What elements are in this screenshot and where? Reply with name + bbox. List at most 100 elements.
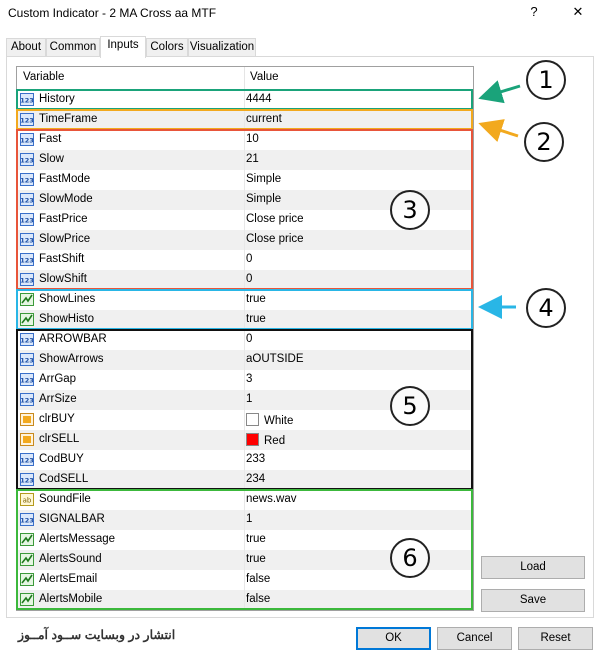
variable-value[interactable]: Close price [246, 233, 304, 245]
svg-text:123: 123 [20, 277, 34, 285]
boolean-icon [20, 313, 34, 326]
svg-text:123: 123 [20, 237, 34, 245]
variable-value[interactable]: 3 [246, 373, 252, 385]
variable-value[interactable]: 0 [246, 273, 252, 285]
input-row-fastmode[interactable]: 123 FastMode Simple [17, 170, 473, 190]
integer-icon: 123 [20, 213, 34, 226]
variable-value[interactable]: 234 [246, 473, 265, 485]
boolean-icon [20, 593, 34, 606]
boolean-icon [20, 573, 34, 586]
variable-name: clrSELL [39, 433, 80, 445]
variable-value[interactable]: true [246, 293, 266, 305]
color-name: White [264, 415, 294, 427]
badge-4: 4 [526, 288, 566, 328]
input-row-codsell[interactable]: 123 CodSELL 234 [17, 470, 473, 490]
input-row-clrsell[interactable]: clrSELL Red [17, 430, 473, 450]
variable-value[interactable]: 21 [246, 153, 259, 165]
color-swatch[interactable] [246, 433, 259, 446]
variable-name: ArrGap [39, 373, 77, 385]
boolean-icon [20, 533, 34, 546]
input-row-fastshift[interactable]: 123 FastShift 0 [17, 250, 473, 270]
integer-icon: 123 [20, 233, 34, 246]
integer-icon: 123 [20, 373, 34, 386]
variable-value[interactable]: Close price [246, 213, 304, 225]
svg-text:123: 123 [20, 197, 34, 205]
variable-value[interactable]: news.wav [246, 493, 297, 505]
variable-value[interactable]: 1 [246, 513, 252, 525]
inputs-grid: Variable Value 123 History 4444 123 TimeFram… [16, 66, 474, 611]
variable-value[interactable]: current [246, 113, 282, 125]
variable-value[interactable]: 4444 [246, 93, 272, 105]
variable-name: SlowMode [39, 193, 93, 205]
input-row-history[interactable]: 123 History 4444 [17, 90, 473, 110]
tab-colors[interactable]: Colors [146, 38, 188, 57]
input-row-showarrows[interactable]: 123 ShowArrows aOUTSIDE [17, 350, 473, 370]
integer-icon: 123 [20, 273, 34, 286]
color-icon [20, 413, 34, 426]
input-row-timeframe[interactable]: 123 TimeFrame current [17, 110, 473, 130]
input-row-showlines[interactable]: ShowLines true [17, 290, 473, 310]
variable-value[interactable]: 0 [246, 333, 252, 345]
input-row-showhisto[interactable]: ShowHisto true [17, 310, 473, 330]
input-row-slowshift[interactable]: 123 SlowShift 0 [17, 270, 473, 290]
window-title: Custom Indicator - 2 MA Cross aa MTF [8, 6, 217, 20]
variable-value[interactable]: true [246, 533, 266, 545]
tab-common[interactable]: Common [46, 38, 100, 57]
variable-name: AlertsEmail [39, 573, 98, 585]
variable-value[interactable]: true [246, 313, 266, 325]
variable-name: ShowLines [39, 293, 96, 305]
variable-name: AlertsMobile [39, 593, 103, 605]
variable-value[interactable]: Red [246, 433, 285, 447]
grid-header: Variable Value [17, 67, 473, 90]
badge-6: 6 [390, 538, 430, 578]
footer-watermark-text: انتشار در وبسایت ســود آمــوز [18, 628, 176, 642]
variable-value[interactable]: true [246, 553, 266, 565]
column-variable[interactable]: Variable [23, 71, 64, 83]
variable-value[interactable]: Simple [246, 173, 281, 185]
integer-icon: 123 [20, 193, 34, 206]
cancel-button[interactable]: Cancel [437, 627, 512, 650]
variable-value[interactable]: White [246, 413, 293, 427]
svg-text:123: 123 [20, 177, 34, 185]
variable-name: TimeFrame [39, 113, 98, 125]
integer-icon: 123 [20, 513, 34, 526]
variable-value[interactable]: false [246, 573, 270, 585]
variable-value[interactable]: 10 [246, 133, 259, 145]
input-row-alertsmobile[interactable]: AlertsMobile false [17, 590, 473, 610]
variable-value[interactable]: 0 [246, 253, 252, 265]
color-icon [20, 433, 34, 446]
close-icon[interactable]: ✕ [566, 4, 590, 24]
input-row-codbuy[interactable]: 123 CodBUY 233 [17, 450, 473, 470]
variable-value[interactable]: aOUTSIDE [246, 353, 304, 365]
help-button[interactable]: ? [522, 4, 546, 24]
integer-icon: 123 [20, 173, 34, 186]
badge-2: 2 [524, 122, 564, 162]
reset-button[interactable]: Reset [518, 627, 593, 650]
integer-icon: 123 [20, 153, 34, 166]
badge-3: 3 [390, 190, 430, 230]
color-swatch[interactable] [246, 413, 259, 426]
load-button[interactable]: Load [481, 556, 585, 579]
input-row-soundfile[interactable]: ab SoundFile news.wav [17, 490, 473, 510]
input-row-fast[interactable]: 123 Fast 10 [17, 130, 473, 150]
variable-name: CodBUY [39, 453, 84, 465]
integer-icon: 123 [20, 393, 34, 406]
variable-value[interactable]: false [246, 593, 270, 605]
variable-value[interactable]: 233 [246, 453, 265, 465]
ok-button[interactable]: OK [356, 627, 431, 650]
variable-value[interactable]: 1 [246, 393, 252, 405]
input-row-arrowbar[interactable]: 123 ARROWBAR 0 [17, 330, 473, 350]
svg-text:123: 123 [20, 217, 34, 225]
input-row-signalbar[interactable]: 123 SIGNALBAR 1 [17, 510, 473, 530]
save-button[interactable]: Save [481, 589, 585, 612]
input-row-slowprice[interactable]: 123 SlowPrice Close price [17, 230, 473, 250]
integer-icon: 123 [20, 93, 34, 106]
column-value[interactable]: Value [250, 71, 279, 83]
svg-text:123: 123 [20, 117, 34, 125]
input-row-slow[interactable]: 123 Slow 21 [17, 150, 473, 170]
tab-about[interactable]: About [6, 38, 46, 57]
tab-inputs[interactable]: Inputs [100, 36, 146, 58]
tab-visualization[interactable]: Visualization [188, 38, 256, 57]
variable-value[interactable]: Simple [246, 193, 281, 205]
variable-name: SIGNALBAR [39, 513, 105, 525]
